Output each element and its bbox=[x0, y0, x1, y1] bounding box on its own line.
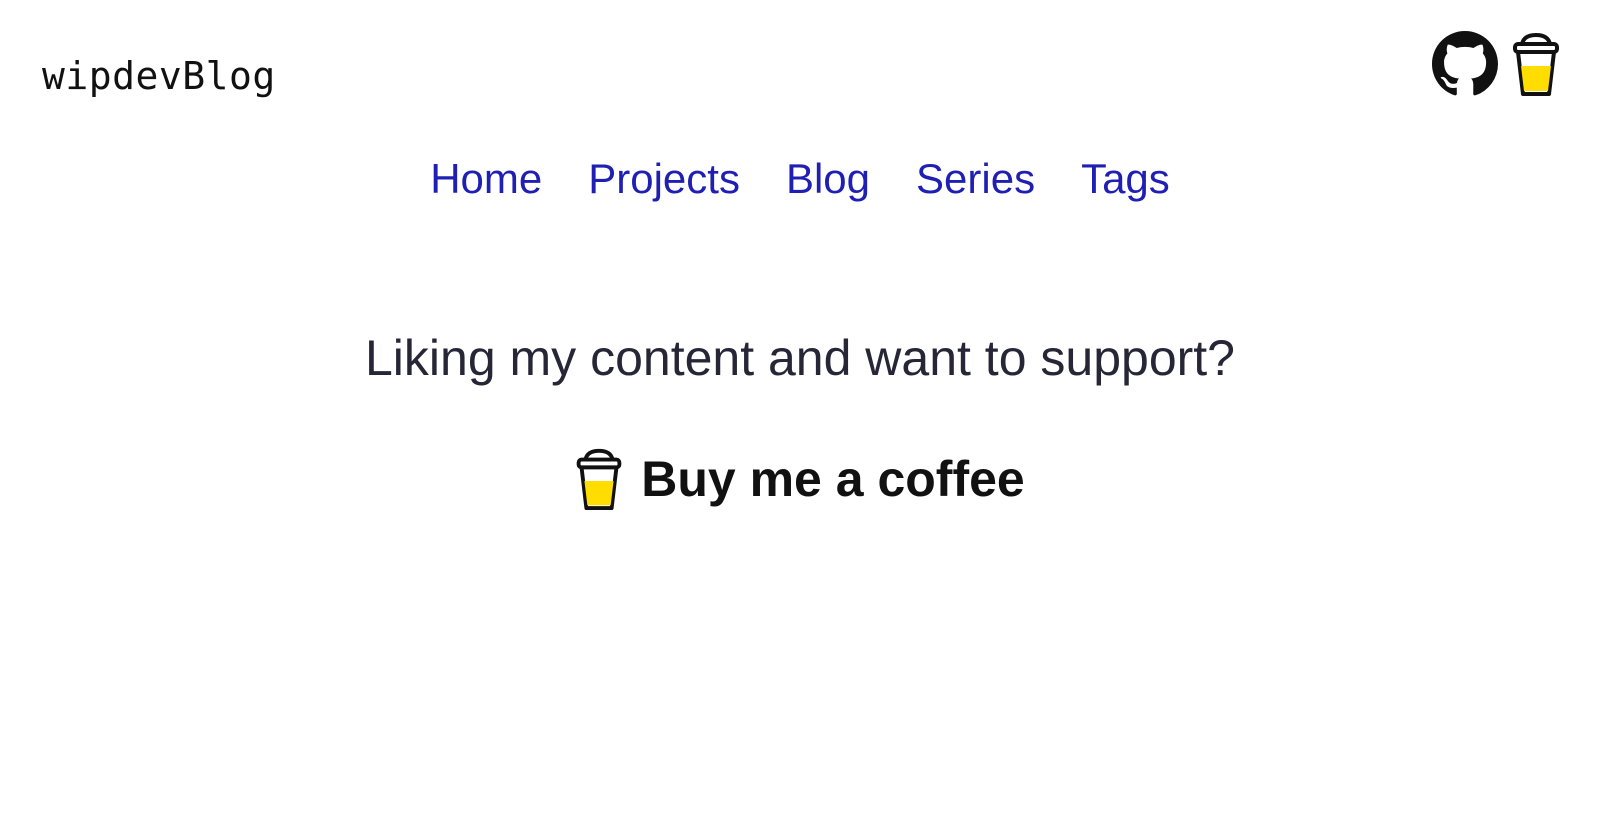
nav-link-home[interactable]: Home bbox=[430, 150, 542, 208]
nav-link-blog[interactable]: Blog bbox=[786, 150, 870, 208]
nav-link-series[interactable]: Series bbox=[916, 150, 1035, 208]
site-logo[interactable]: wipdevBlog bbox=[42, 52, 276, 100]
support-prompt: Liking my content and want to support? bbox=[365, 330, 1235, 386]
coffee-cup-icon bbox=[1513, 33, 1559, 96]
buy-me-a-coffee-header-link[interactable] bbox=[1512, 30, 1560, 98]
nav-link-projects[interactable]: Projects bbox=[588, 150, 740, 208]
buy-me-a-coffee-label: Buy me a coffee bbox=[641, 451, 1025, 507]
main-nav: Home Projects Blog Series Tags bbox=[0, 150, 1600, 208]
coffee-cup-icon bbox=[576, 448, 622, 511]
github-icon bbox=[1432, 31, 1498, 96]
nav-link-tags[interactable]: Tags bbox=[1081, 150, 1170, 208]
buy-me-a-coffee-button[interactable]: Buy me a coffee bbox=[0, 446, 1600, 512]
github-link[interactable] bbox=[1432, 31, 1498, 97]
header-icons bbox=[1432, 30, 1560, 98]
